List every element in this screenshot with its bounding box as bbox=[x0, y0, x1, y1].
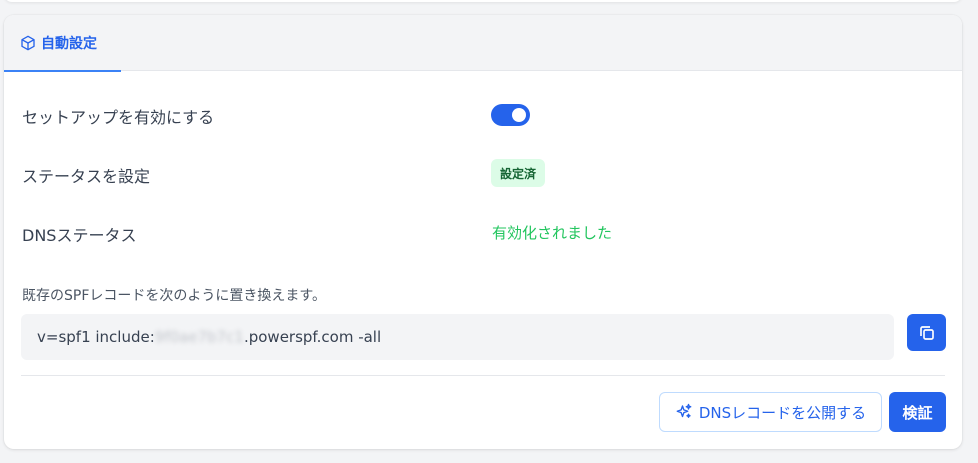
cube-icon bbox=[21, 35, 35, 50]
verify-button[interactable]: 検証 bbox=[889, 392, 946, 432]
spf-record-redacted: 9f0ae7b7c1 bbox=[154, 328, 244, 346]
tab-label: 自動設定 bbox=[41, 35, 97, 52]
dns-status-label: DNSステータス bbox=[22, 226, 137, 245]
tab-bar: 自動設定 bbox=[4, 15, 962, 72]
dns-status-value: 有効化されました bbox=[492, 224, 613, 242]
copy-icon bbox=[919, 325, 934, 340]
spf-record-prefix: v=spf1 include: bbox=[37, 328, 155, 346]
status-label: ステータスを設定 bbox=[22, 167, 151, 186]
sparkles-icon bbox=[676, 403, 692, 418]
setup-enable-label: セットアップを有効にする bbox=[22, 108, 215, 127]
publish-label: DNSレコードを公開する bbox=[698, 403, 867, 422]
divider bbox=[21, 375, 945, 376]
spf-record-suffix: .powerspf.com -all bbox=[243, 328, 382, 346]
publish-dns-record-button[interactable]: DNSレコードを公開する bbox=[659, 392, 882, 432]
copy-button[interactable] bbox=[907, 314, 946, 351]
tab-auto-setup[interactable]: 自動設定 bbox=[4, 15, 121, 72]
previous-card-edge bbox=[4, 0, 962, 2]
setup-enable-toggle[interactable] bbox=[491, 104, 530, 126]
toggle-knob bbox=[512, 108, 526, 122]
auto-setup-card: 自動設定 セットアップを有効にする ステータスを設定 設定済 DNSステータス … bbox=[4, 15, 962, 449]
status-badge: 設定済 bbox=[491, 159, 546, 187]
spf-instruction: 既存のSPFレコードを次のように置き換えます。 bbox=[22, 288, 326, 304]
spf-record-field[interactable]: v=spf1 include: 9f0ae7b7c1 .powerspf.com -… bbox=[21, 314, 894, 360]
